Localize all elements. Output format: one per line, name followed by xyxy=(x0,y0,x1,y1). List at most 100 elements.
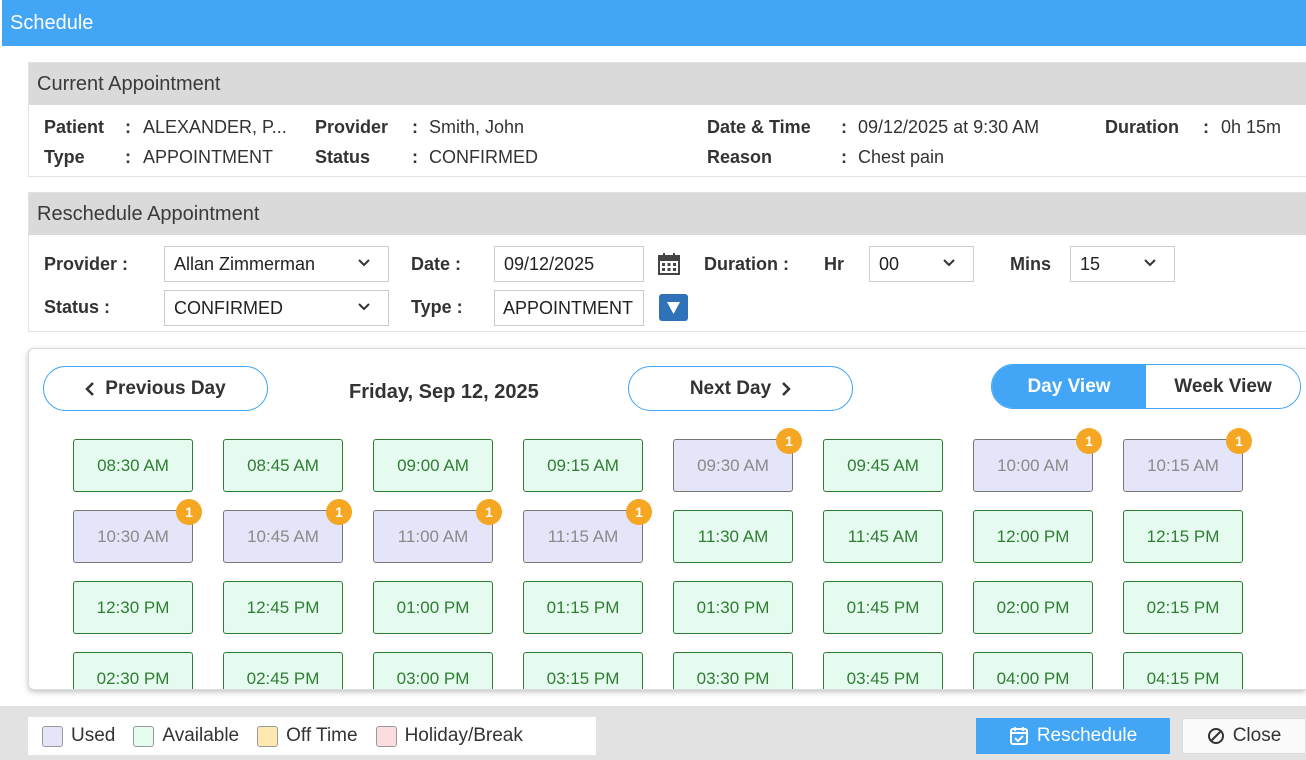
time-slot[interactable]: 10:00 AM 1 xyxy=(973,428,1102,492)
legend-swatch-off-time xyxy=(257,725,279,747)
time-slot[interactable]: 12:45 PM xyxy=(223,581,343,634)
time-slot-label: 01:45 PM xyxy=(846,597,920,617)
status-label: Status xyxy=(315,147,371,167)
legend-holiday: Holiday/Break xyxy=(375,725,523,747)
time-slot[interactable]: 02:00 PM xyxy=(973,581,1093,634)
time-slot[interactable]: 09:15 AM xyxy=(523,439,643,492)
legend-swatch-holiday xyxy=(375,725,397,747)
time-slot[interactable]: 03:30 PM xyxy=(673,652,793,689)
legend-off-time-label: Off Time xyxy=(286,725,358,746)
time-slot[interactable]: 03:00 PM xyxy=(373,652,493,689)
date-input[interactable]: 09/12/2025 xyxy=(494,246,644,282)
next-day-label: Next Day xyxy=(689,377,772,399)
next-day-button[interactable]: Next Day xyxy=(628,366,853,411)
triangle-down-icon xyxy=(667,302,680,314)
status-value: CONFIRMED xyxy=(429,147,538,167)
status-select-value: CONFIRMED xyxy=(174,298,283,318)
appointment-count-badge: 1 xyxy=(1076,428,1102,454)
calendar-icon[interactable] xyxy=(657,252,681,276)
current-appointment-panel: Current Appointment Patient : ALEXANDER,… xyxy=(28,62,1306,177)
minutes-select-value: 15 xyxy=(1080,254,1101,274)
time-slot[interactable]: 02:30 PM xyxy=(73,652,193,689)
colon: : xyxy=(125,117,131,137)
time-slot-label: 03:15 PM xyxy=(546,668,620,688)
provider-select[interactable]: Allan Zimmerman xyxy=(164,246,389,282)
reschedule-heading: Reschedule Appointment xyxy=(29,193,1306,235)
previous-day-button[interactable]: Previous Day xyxy=(43,366,268,411)
minutes-select[interactable]: 15 xyxy=(1070,246,1175,282)
date-field-label: Date : xyxy=(411,254,462,274)
time-slot[interactable]: 09:00 AM xyxy=(373,439,493,492)
time-slot[interactable]: 08:30 AM xyxy=(73,439,193,492)
time-slot[interactable]: 01:30 PM xyxy=(673,581,793,634)
time-slot[interactable]: 03:15 PM xyxy=(523,652,643,689)
legend-available: Available xyxy=(133,725,239,747)
hour-select[interactable]: 00 xyxy=(869,246,974,282)
time-slot-label: 12:15 PM xyxy=(1146,526,1220,546)
type-dropdown-button[interactable] xyxy=(659,294,688,321)
time-slot-label: 09:00 AM xyxy=(397,455,469,475)
colon: : xyxy=(412,117,418,137)
day-title: Friday, Sep 12, 2025 xyxy=(349,381,539,403)
time-slot[interactable]: 09:30 AM 1 xyxy=(673,428,802,492)
colon: : xyxy=(841,147,847,167)
time-slot[interactable]: 11:30 AM xyxy=(673,510,793,563)
type-field-label: Type : xyxy=(411,297,463,317)
time-slot[interactable]: 04:15 PM xyxy=(1123,652,1243,689)
chevron-down-icon xyxy=(358,303,370,311)
day-view-button[interactable]: Day View xyxy=(992,365,1146,408)
time-slot[interactable]: 02:45 PM xyxy=(223,652,343,689)
duration-field-label: Duration : xyxy=(704,254,789,274)
time-slot[interactable]: 12:30 PM xyxy=(73,581,193,634)
time-slot[interactable]: 01:15 PM xyxy=(523,581,643,634)
appointment-count-badge: 1 xyxy=(1226,428,1252,454)
time-slot[interactable]: 02:15 PM xyxy=(1123,581,1243,634)
time-slot-label: 02:30 PM xyxy=(96,668,170,688)
type-value: APPOINTMENT xyxy=(143,147,274,167)
time-slot-label: 02:45 PM xyxy=(246,668,320,688)
duration-value: 0h 15m xyxy=(1221,117,1282,137)
datetime-value: 09/12/2025 at 9:30 AM xyxy=(858,117,1040,137)
type-input[interactable]: APPOINTMENT xyxy=(494,290,644,326)
current-appointment-heading: Current Appointment xyxy=(29,63,1306,105)
provider-select-value: Allan Zimmerman xyxy=(174,254,316,274)
hr-label: Hr xyxy=(824,254,845,274)
time-slot-label: 04:00 PM xyxy=(996,668,1070,688)
legend-swatch-available xyxy=(133,725,155,747)
appointment-count-badge: 1 xyxy=(626,499,652,525)
time-slot-label: 09:45 AM xyxy=(847,455,919,475)
provider-field-label: Provider : xyxy=(44,254,129,274)
time-slot[interactable]: 08:45 AM xyxy=(223,439,343,492)
time-slot[interactable]: 12:15 PM xyxy=(1123,510,1243,563)
close-button[interactable]: Close xyxy=(1182,718,1306,754)
legend-available-label: Available xyxy=(162,725,240,746)
time-slot-label: 03:45 PM xyxy=(846,668,920,688)
time-slot[interactable]: 01:45 PM xyxy=(823,581,943,634)
time-slot[interactable]: 03:45 PM xyxy=(823,652,943,689)
type-label: Type xyxy=(44,147,85,167)
time-slot-label: 02:15 PM xyxy=(1146,597,1220,617)
time-slot-label: 03:00 PM xyxy=(396,668,470,688)
time-slot[interactable]: 04:00 PM xyxy=(973,652,1093,689)
view-toggle: Day View Week View xyxy=(991,364,1301,409)
time-slot[interactable]: 10:15 AM 1 xyxy=(1123,428,1252,492)
patient-value: ALEXANDER, P... xyxy=(143,117,287,137)
time-slot[interactable]: 10:30 AM 1 xyxy=(73,499,202,563)
time-slot-label: 10:15 AM xyxy=(1147,455,1219,475)
hour-select-value: 00 xyxy=(879,254,900,274)
time-slot-label: 12:45 PM xyxy=(246,597,320,617)
time-slot[interactable]: 11:45 AM xyxy=(823,510,943,563)
time-slot[interactable]: 11:00 AM 1 xyxy=(373,499,502,563)
status-select[interactable]: CONFIRMED xyxy=(164,290,389,326)
time-slot[interactable]: 12:00 PM xyxy=(973,510,1093,563)
week-view-button[interactable]: Week View xyxy=(1146,365,1300,408)
time-slot-label: 10:45 AM xyxy=(247,526,319,546)
datetime-label: Date & Time xyxy=(707,117,811,137)
legend-off-time: Off Time xyxy=(257,725,358,747)
time-slot[interactable]: 11:15 AM 1 xyxy=(523,499,652,563)
time-slot[interactable]: 10:45 AM 1 xyxy=(223,499,352,563)
time-slot[interactable]: 01:00 PM xyxy=(373,581,493,634)
mins-label: Mins xyxy=(1010,254,1052,274)
reschedule-button[interactable]: Reschedule xyxy=(976,718,1170,754)
time-slot[interactable]: 09:45 AM xyxy=(823,439,943,492)
